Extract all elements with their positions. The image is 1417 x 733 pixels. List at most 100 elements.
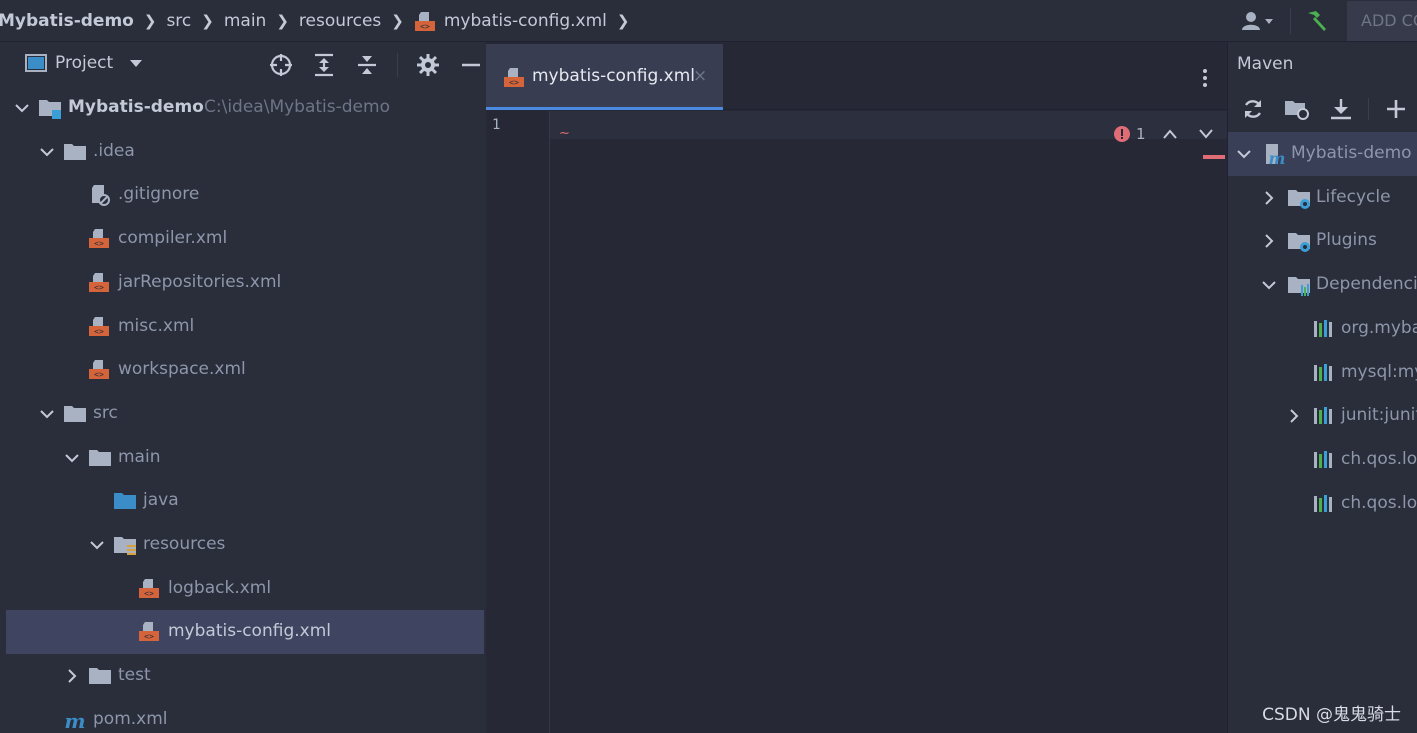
tab-mybatis-config[interactable]: <> mybatis-config.xml × <box>486 44 723 110</box>
xml-file-icon: <> <box>88 271 112 295</box>
tree-item[interactable]: resources <box>6 523 484 567</box>
chevron-right-icon[interactable] <box>1261 190 1277 206</box>
tab-label: mybatis-config.xml <box>532 66 695 86</box>
maven-tree-item[interactable]: ch.qos.logback:logback-classic <box>1228 438 1417 482</box>
svg-text:<>: <> <box>94 283 104 292</box>
collapse-all-icon[interactable] <box>354 52 380 78</box>
chevron-right-icon[interactable] <box>1286 408 1302 424</box>
tree-item[interactable]: .gitignore <box>6 173 484 217</box>
plugins-folder-icon <box>1287 229 1311 253</box>
svg-text:<>: <> <box>94 370 104 379</box>
maven-tree-item[interactable]: mysql:mysql-connector-java <box>1228 351 1417 395</box>
project-view-selector[interactable]: Project <box>25 53 143 73</box>
download-icon[interactable] <box>1328 96 1354 122</box>
tree-item-label: logback.xml <box>168 577 272 598</box>
chevron-down-icon[interactable] <box>89 537 105 553</box>
chevron-down-icon[interactable] <box>1236 146 1252 162</box>
chevron-down-icon[interactable] <box>64 450 80 466</box>
inspection-widget[interactable]: 1 <box>1114 122 1214 146</box>
folder-icon <box>88 446 112 470</box>
project-window-icon <box>25 54 47 72</box>
lifecycle-folder-icon <box>1287 186 1311 210</box>
tree-item[interactable]: Mybatis-demo C:\idea\Mybatis-demo <box>6 86 484 130</box>
tree-item[interactable]: <> mybatis-config.xml <box>6 610 484 655</box>
tree-item[interactable]: <> jarRepositories.xml <box>6 261 484 305</box>
editor-area: <> mybatis-config.xml × 1 ~ 1 <box>486 42 1227 733</box>
expand-all-icon[interactable] <box>311 52 337 78</box>
maven-tree-item-label: ch.qos.logback:logback-core <box>1341 492 1417 513</box>
tree-item-label: main <box>118 446 161 467</box>
add-configuration-button[interactable]: ADD CONFIGURATION... <box>1347 1 1417 41</box>
maven-tree-item[interactable]: org.mybatis:mybatis:3.5.7 <box>1228 307 1417 351</box>
user-icon[interactable] <box>1236 1 1280 41</box>
error-squiggle: ~ <box>559 126 570 141</box>
maven-tree-item[interactable]: Dependencies <box>1228 263 1417 307</box>
tree-item[interactable]: <> logback.xml <box>6 567 484 611</box>
maven-tree-item-label: ch.qos.logback:logback-classic <box>1341 448 1417 469</box>
svg-text:m: m <box>64 709 85 732</box>
tree-item[interactable]: java <box>6 479 484 523</box>
chevron-up-icon[interactable] <box>1162 128 1178 140</box>
close-icon[interactable]: × <box>693 66 707 86</box>
svg-text:<>: <> <box>94 327 104 336</box>
tree-item[interactable]: <> compiler.xml <box>6 217 484 261</box>
library-icon <box>1312 404 1336 428</box>
tree-item-label: misc.xml <box>118 315 195 336</box>
reload-folder-icon[interactable] <box>1284 96 1310 122</box>
chevron-down-icon[interactable] <box>14 100 30 116</box>
xml-file-icon: <> <box>138 620 162 644</box>
chevron-down-icon[interactable] <box>1261 277 1277 293</box>
tree-item-label: .gitignore <box>118 184 200 205</box>
maven-tree-item[interactable]: Lifecycle <box>1228 176 1417 220</box>
chevron-right-icon[interactable] <box>1261 233 1277 249</box>
xml-file-icon: <> <box>504 68 524 87</box>
maven-tree-item-label: mysql:mysql-connector-java <box>1341 361 1417 382</box>
chevron-right-icon[interactable] <box>64 668 80 684</box>
error-count: 1 <box>1136 125 1146 143</box>
folder-icon <box>88 664 112 688</box>
tree-item[interactable]: main <box>6 436 484 480</box>
breadcrumb-item-file[interactable]: mybatis-config.xml <box>444 11 607 31</box>
tree-item-label: src <box>93 402 118 423</box>
plus-icon[interactable] <box>1383 96 1409 122</box>
minimize-icon[interactable] <box>458 52 484 78</box>
maven-tool-window: Maven m Mybatis-demo Lifecycle Plugins Depen… <box>1227 42 1417 733</box>
error-stripe-marker[interactable] <box>1203 155 1225 159</box>
breadcrumb-item-resources[interactable]: resources <box>299 11 381 31</box>
more-vertical-icon[interactable] <box>1199 68 1211 88</box>
gear-icon[interactable] <box>415 52 441 78</box>
maven-tree-item-label: Dependencies <box>1316 274 1417 295</box>
tree-item[interactable]: .idea <box>6 130 484 174</box>
svg-text:<>: <> <box>144 632 154 641</box>
maven-title: Maven <box>1237 54 1294 74</box>
project-header: Project <box>0 42 486 86</box>
build-hammer-icon[interactable] <box>1301 1 1331 41</box>
breadcrumb-item-project[interactable]: Mybatis-demo <box>0 11 134 31</box>
tree-item-label: compiler.xml <box>118 228 228 249</box>
chevron-down-icon[interactable] <box>39 406 55 422</box>
breadcrumb-item-main[interactable]: main <box>224 11 266 31</box>
chevron-down-icon[interactable] <box>39 144 55 160</box>
resources-folder-icon <box>113 533 137 557</box>
maven-tree-item[interactable]: m Mybatis-demo <box>1228 132 1417 176</box>
tree-item[interactable]: src <box>6 392 484 436</box>
locate-target-icon[interactable] <box>268 52 294 78</box>
chevron-down-icon[interactable] <box>1198 128 1214 140</box>
maven-project-icon: m <box>1262 142 1286 168</box>
maven-tree-item[interactable]: Plugins <box>1228 219 1417 263</box>
module-folder-icon <box>38 96 62 120</box>
breadcrumb-item-src[interactable]: src <box>166 11 191 31</box>
tree-item[interactable]: test <box>6 654 484 698</box>
library-icon <box>1312 492 1336 516</box>
chevron-right-icon: ❯ <box>616 11 630 30</box>
maven-tree-item-label: Mybatis-demo <box>1291 143 1412 163</box>
tree-item[interactable]: <> workspace.xml <box>6 348 484 392</box>
reload-icon[interactable] <box>1240 96 1266 122</box>
maven-tree-item[interactable]: junit:junit:4.13 <box>1228 394 1417 438</box>
tree-item[interactable]: m pom.xml <box>6 698 484 733</box>
dependencies-folder-icon <box>1287 273 1311 297</box>
tree-item-label: pom.xml <box>93 708 168 729</box>
maven-tree-item[interactable]: ch.qos.logback:logback-core <box>1228 482 1417 526</box>
library-icon <box>1312 317 1336 341</box>
tree-item[interactable]: <> misc.xml <box>6 305 484 349</box>
